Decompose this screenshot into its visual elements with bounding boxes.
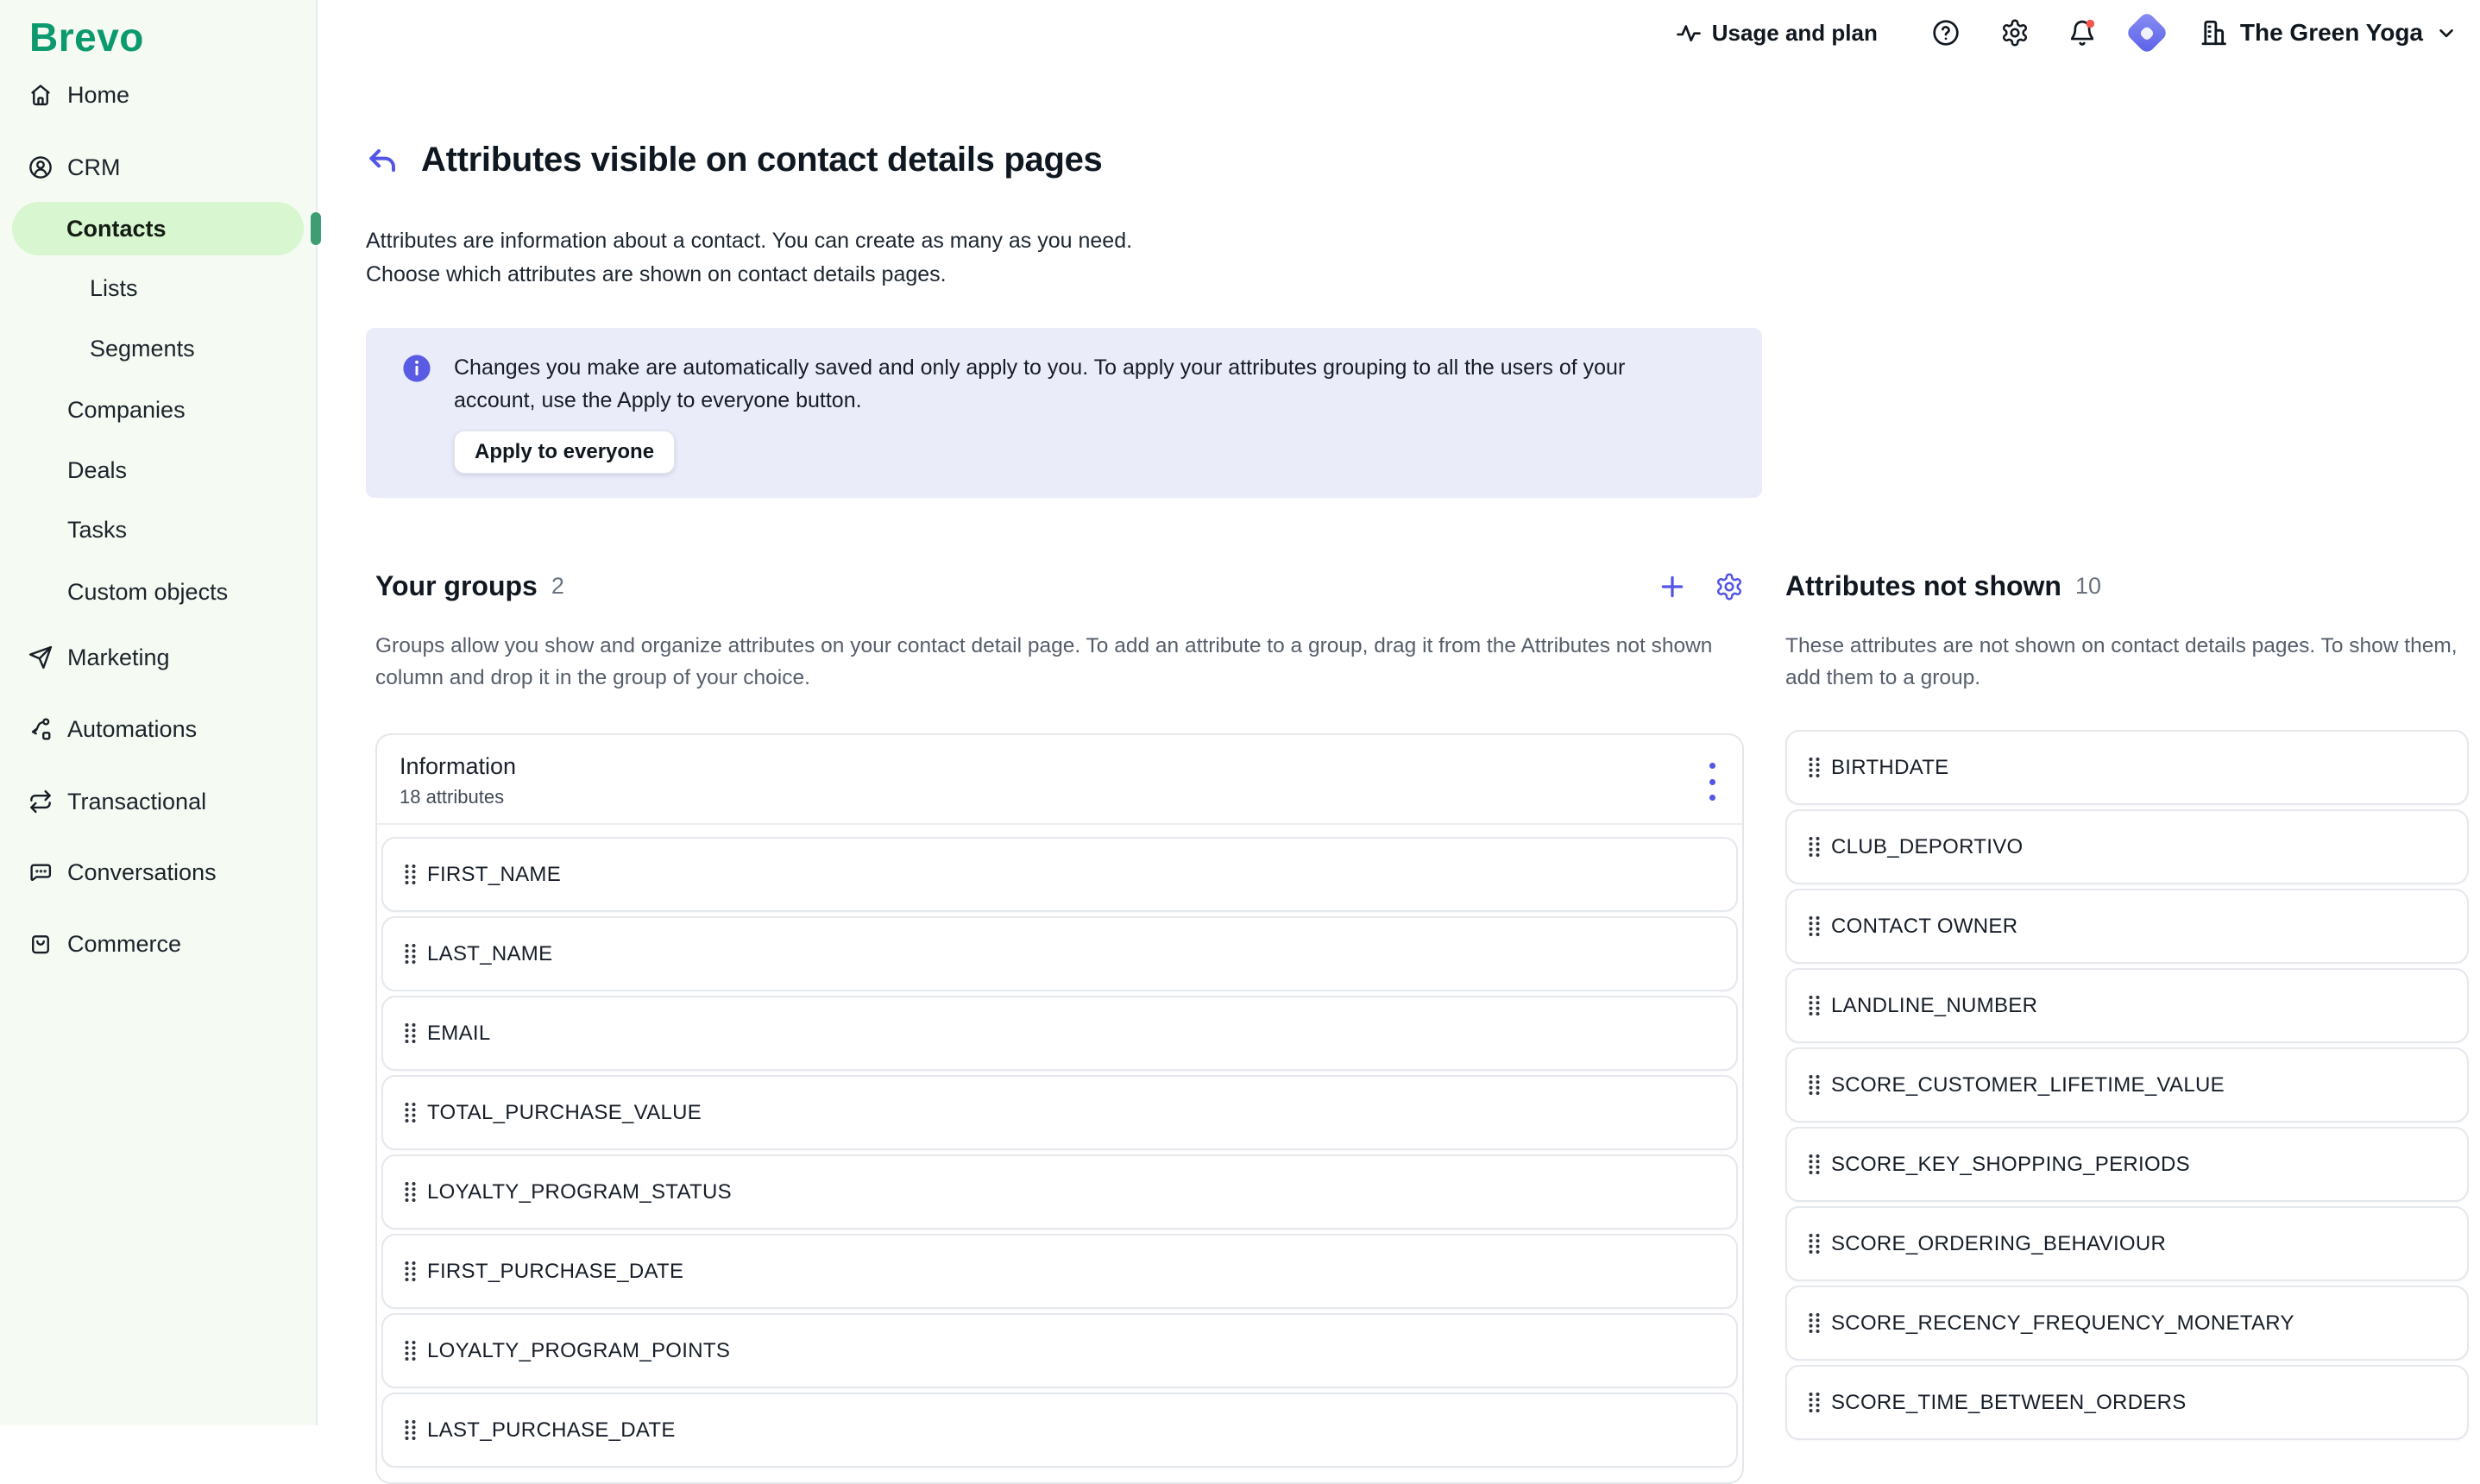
banner-text: Changes you make are automatically saved…: [454, 351, 1696, 417]
shopping-bag-icon: [28, 931, 54, 957]
sidebar-item-lists[interactable]: Lists: [0, 264, 316, 312]
sidebar-item-automations[interactable]: Automations: [0, 705, 316, 753]
drag-handle-icon[interactable]: [1807, 1073, 1822, 1097]
attribute-row[interactable]: TOTAL_PURCHASE_VALUE: [381, 1075, 1738, 1150]
chat-bubble-icon: [28, 859, 54, 885]
sidebar-item-label: CRM: [67, 154, 121, 181]
sidebar-item-crm[interactable]: CRM: [0, 143, 316, 192]
group-card-information: Information 18 attributes FIRST_NAME LAS…: [375, 733, 1744, 1484]
drag-handle-icon[interactable]: [1807, 994, 1822, 1017]
home-icon: [28, 82, 54, 108]
crm-icon: [28, 154, 54, 180]
sidebar-item-commerce[interactable]: Commerce: [0, 920, 316, 968]
attribute-row[interactable]: EMAIL: [381, 996, 1738, 1071]
sidebar-item-transactional[interactable]: Transactional: [0, 777, 316, 826]
attribute-row[interactable]: LANDLINE_NUMBER: [1785, 968, 2469, 1043]
drag-handle-icon[interactable]: [403, 863, 418, 886]
sidebar-item-segments[interactable]: Segments: [0, 324, 316, 373]
add-group-icon[interactable]: [1658, 572, 1687, 601]
attribute-row[interactable]: SCORE_CUSTOMER_LIFETIME_VALUE: [1785, 1047, 2469, 1122]
sidebar-item-contacts[interactable]: Contacts: [12, 202, 304, 255]
drag-handle-icon[interactable]: [403, 1101, 418, 1124]
drag-handle-icon[interactable]: [403, 942, 418, 965]
drag-handle-icon[interactable]: [403, 1418, 418, 1442]
sidebar-item-marketing[interactable]: Marketing: [0, 633, 316, 682]
sidebar-item-label: Conversations: [67, 859, 217, 886]
sidebar-item-label: Commerce: [67, 931, 181, 958]
sidebar-item-conversations[interactable]: Conversations: [0, 848, 316, 896]
main-content: Attributes visible on contact details pa…: [318, 0, 2480, 1484]
drag-handle-icon[interactable]: [1807, 1391, 1822, 1414]
attribute-row[interactable]: SCORE_TIME_BETWEEN_ORDERS: [1785, 1365, 2469, 1440]
drag-handle-icon[interactable]: [1807, 1311, 1822, 1335]
attribute-row[interactable]: CONTACT OWNER: [1785, 889, 2469, 964]
back-button[interactable]: [366, 144, 399, 177]
brevo-logo[interactable]: Brevo: [29, 14, 316, 60]
your-groups-column: Your groups 2 Groups allow you show and …: [375, 570, 1744, 1484]
sidebar-item-companies[interactable]: Companies: [0, 386, 316, 434]
repeat-icon: [28, 789, 54, 814]
sidebar-item-label: Home: [67, 82, 129, 109]
sidebar-item-label: Contacts: [66, 216, 167, 242]
info-icon: [402, 354, 431, 383]
automation-flow-icon: [28, 716, 54, 742]
sidebar-item-label: Transactional: [67, 789, 206, 815]
attribute-row[interactable]: SCORE_ORDERING_BEHAVIOUR: [1785, 1206, 2469, 1281]
not-shown-list: BIRTHDATE CLUB_DEPORTIVO CONTACT OWNER L…: [1785, 730, 2469, 1440]
page-title: Attributes visible on contact details pa…: [421, 141, 1103, 179]
info-banner: Changes you make are automatically saved…: [366, 328, 1762, 498]
not-shown-title: Attributes not shown: [1785, 570, 2061, 602]
attribute-row[interactable]: LOYALTY_PROGRAM_STATUS: [381, 1154, 1738, 1229]
sidebar-item-tasks[interactable]: Tasks: [0, 506, 316, 554]
page-description: Attributes are information about a conta…: [366, 224, 2480, 292]
not-shown-description: These attributes are not shown on contac…: [1785, 630, 2458, 694]
attribute-row[interactable]: CLUB_DEPORTIVO: [1785, 809, 2469, 884]
sidebar-item-label: Custom objects: [67, 579, 228, 606]
attribute-row[interactable]: BIRTHDATE: [1785, 730, 2469, 805]
group-kebab-menu-icon[interactable]: [1708, 763, 1716, 801]
attribute-row[interactable]: SCORE_RECENCY_FREQUENCY_MONETARY: [1785, 1286, 2469, 1361]
drag-handle-icon[interactable]: [403, 1180, 418, 1204]
sidebar-item-home[interactable]: Home: [0, 71, 316, 119]
group-attribute-count: 18 attributes: [400, 786, 1711, 808]
attribute-row[interactable]: LAST_NAME: [381, 916, 1738, 991]
sidebar-item-custom-objects[interactable]: Custom objects: [0, 568, 316, 616]
not-shown-count: 10: [2075, 573, 2101, 600]
attribute-row[interactable]: FIRST_PURCHASE_DATE: [381, 1234, 1738, 1309]
attribute-row[interactable]: FIRST_NAME: [381, 837, 1738, 912]
sidebar-item-label: Marketing: [67, 645, 170, 671]
sidebar: Brevo Home CRM Contacts Lists Segments C…: [0, 0, 318, 1425]
active-indicator: [311, 212, 321, 245]
drag-handle-icon[interactable]: [403, 1260, 418, 1283]
drag-handle-icon[interactable]: [403, 1022, 418, 1045]
sidebar-item-label: Segments: [90, 336, 195, 362]
drag-handle-icon[interactable]: [1807, 915, 1822, 938]
send-icon: [28, 645, 54, 670]
drag-handle-icon[interactable]: [1807, 756, 1822, 779]
your-groups-title: Your groups: [375, 570, 538, 602]
attribute-row[interactable]: LOYALTY_PROGRAM_POINTS: [381, 1313, 1738, 1388]
attribute-row[interactable]: LAST_PURCHASE_DATE: [381, 1393, 1738, 1468]
sidebar-item-label: Lists: [90, 275, 138, 302]
sidebar-nav: Home CRM Contacts Lists Segments Compani…: [0, 60, 316, 968]
sidebar-item-label: Deals: [67, 457, 127, 484]
your-groups-description: Groups allow you show and organize attri…: [375, 630, 1722, 694]
groups-settings-gear-icon[interactable]: [1715, 572, 1744, 601]
group-name: Information: [400, 753, 1711, 780]
sidebar-item-label: Companies: [67, 397, 186, 424]
sidebar-item-deals[interactable]: Deals: [0, 446, 316, 494]
drag-handle-icon[interactable]: [1807, 1232, 1822, 1255]
sidebar-item-label: Tasks: [67, 517, 127, 544]
attributes-not-shown-column: Attributes not shown 10 These attributes…: [1785, 570, 2469, 1484]
apply-to-everyone-button[interactable]: Apply to everyone: [454, 431, 675, 474]
drag-handle-icon[interactable]: [403, 1339, 418, 1362]
sidebar-item-label: Automations: [67, 716, 197, 743]
drag-handle-icon[interactable]: [1807, 1153, 1822, 1176]
your-groups-count: 2: [551, 573, 564, 600]
drag-handle-icon[interactable]: [1807, 835, 1822, 858]
attribute-row[interactable]: SCORE_KEY_SHOPPING_PERIODS: [1785, 1127, 2469, 1202]
